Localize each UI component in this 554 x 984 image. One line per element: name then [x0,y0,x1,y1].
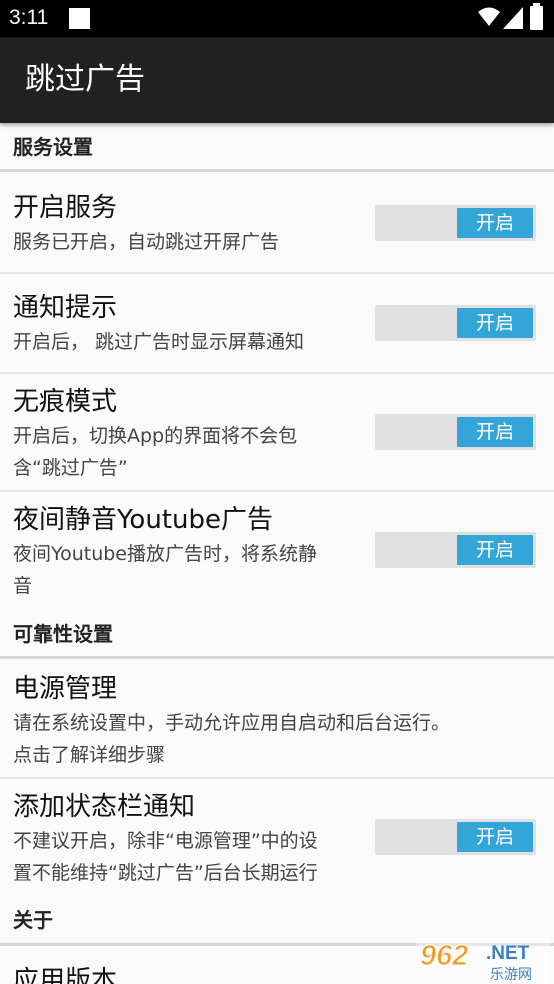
enable-service-toggle[interactable]: 开启 [375,205,536,241]
notification-icon [69,8,90,29]
watermark-subtitle: 乐游网 [490,967,532,983]
pref-notification[interactable]: 通知提示 开启后， 跳过广告时显示屏幕通知 开启 [0,274,554,373]
night-mute-toggle[interactable]: 开启 [375,532,536,568]
pref-summary: 开启后， 跳过广告时显示屏幕通知 [13,331,305,353]
pref-title: 无痕模式 [13,387,118,417]
pref-title: 应用版本 [13,966,118,984]
pref-incognito[interactable]: 无痕模式 开启后，切换App的界面将不会包 含“跳过广告” 开启 [0,374,554,489]
toggle-on-label: 开启 [457,308,533,338]
status-time: 3:11 [9,6,49,29]
pref-enable-service[interactable]: 开启服务 服务已开启，自动跳过开屏广告 开启 [0,172,554,272]
toggle-on-label: 开启 [457,208,533,238]
status-bar: 3:11 [0,0,554,37]
pref-title: 通知提示 [13,293,118,323]
pref-power-management[interactable]: 电源管理 请在系统设置中，手动允许应用自启动和后台运行。 点击了解详细步骤 [0,659,554,777]
pref-title: 电源管理 [13,674,118,704]
pref-title: 开启服务 [13,193,118,223]
toggle-on-label: 开启 [457,535,533,565]
watermark-logo: 962 .NET 乐游网 [416,935,550,984]
incognito-toggle[interactable]: 开启 [375,414,536,450]
wifi-icon [478,7,500,26]
pref-summary-line2: 置不能维持“跳过广告”后台长期运行 [13,862,318,884]
pref-summary: 服务已开启，自动跳过开屏广告 [13,231,280,253]
toggle-on-label: 开启 [457,822,533,852]
battery-icon [530,3,543,30]
section-header-about: 关于 [13,908,53,932]
app-bar: 跳过广告 [0,37,554,123]
pref-summary-line1: 开启后，切换App的界面将不会包 [13,425,298,447]
pref-summary-line1: 不建议开启，除非“电源管理”中的设 [13,830,318,852]
pref-summary-line2: 点击了解详细步骤 [13,744,166,766]
pref-summary-line1: 夜间Youtube播放广告时，将系统静 [13,543,317,565]
pref-statusbar-notification[interactable]: 添加状态栏通知 不建议开启，除非“电源管理”中的设 置不能维持“跳过广告”后台长… [0,779,554,893]
watermark-suffix: .NET [486,943,530,964]
pref-title: 夜间静音Youtube广告 [13,505,273,535]
pref-summary-line2: 音 [13,575,33,597]
pref-title: 添加状态栏通知 [13,792,196,822]
signal-icon [503,7,523,29]
pref-night-mute[interactable]: 夜间静音Youtube广告 夜间Youtube播放广告时，将系统静 音 开启 [0,492,554,604]
statusbar-notification-toggle[interactable]: 开启 [375,819,536,855]
toggle-on-label: 开启 [457,417,533,447]
section-header-reliability: 可靠性设置 [13,622,113,646]
pref-summary-line2: 含“跳过广告” [13,457,128,479]
notification-toggle[interactable]: 开启 [375,305,536,341]
pref-summary-line1: 请在系统设置中，手动允许应用自启动和后台运行。 [13,712,451,734]
page-title: 跳过广告 [25,62,145,97]
watermark-brand: 962 [420,940,468,972]
section-header-service: 服务设置 [13,135,93,159]
